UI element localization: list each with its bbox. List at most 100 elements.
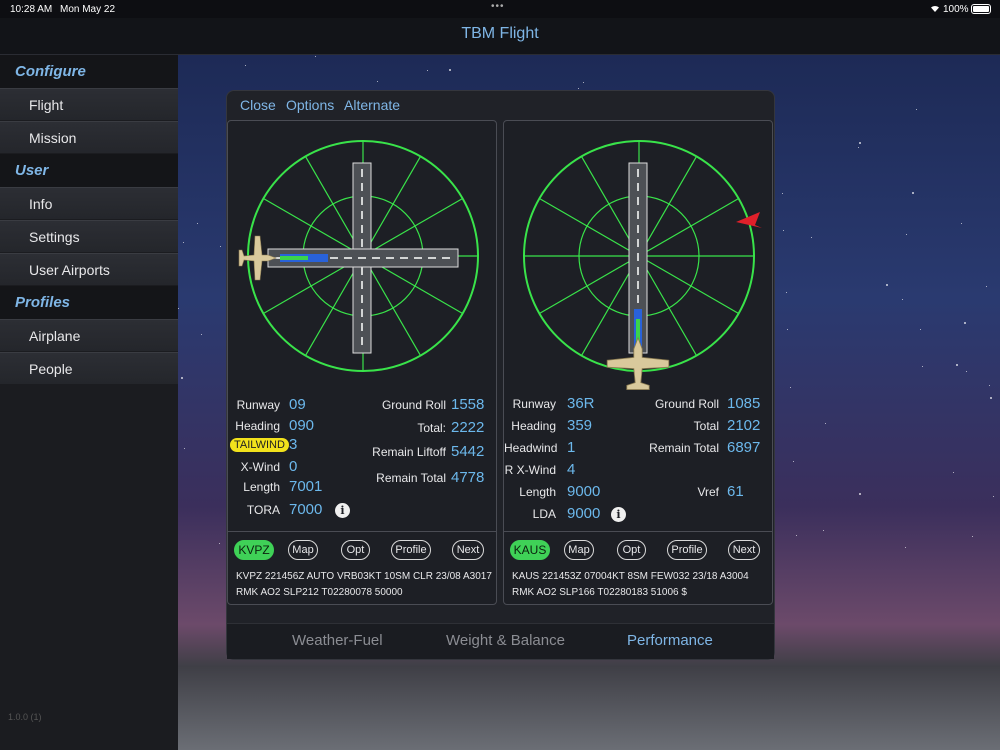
label-vref: Vref [697,485,719,499]
info-icon[interactable]: i [335,503,350,518]
star [178,308,179,309]
star [858,147,859,148]
star [986,286,987,287]
star [966,371,967,372]
multitask-dots-icon[interactable]: ••• [491,1,505,12]
label-runway: Runway [512,397,556,411]
airplane-icon [238,235,277,281]
star [990,397,992,399]
options-button[interactable]: Options [286,97,334,113]
star [181,377,183,379]
label-ground-roll: Ground Roll [381,398,446,412]
value-heading: 090 [289,417,315,434]
star [823,530,824,531]
metar-text: KAUS 221453Z 07004KT 8SM FEW032 23/18 A3… [512,571,749,598]
label-ground-roll: Ground Roll [654,397,719,411]
profile-button[interactable]: Profile [667,540,707,560]
status-time: 10:28 AM [10,4,53,15]
sidebar-item-info[interactable]: Info [0,187,178,219]
star [201,334,202,335]
star [972,536,973,537]
star [315,56,316,57]
star [912,192,914,194]
sidebar-item-people[interactable]: People [0,352,178,384]
label-remain-total: Remain Total [376,471,446,485]
value-remain-total: 6897 [727,439,761,456]
star [916,109,917,110]
title-bar: TBM Flight [0,18,1000,55]
sidebar: Configure Flight Mission User Info Setti… [0,55,178,750]
value-ground-roll: 1085 [727,395,761,412]
star [793,461,794,462]
liftoff-bar [280,256,308,260]
sidebar-item-settings[interactable]: Settings [0,220,178,252]
panel-toolbar: Close Options Alternate [227,91,774,121]
label-remain-total: Remain Total [649,441,719,455]
profile-button[interactable]: Profile [391,540,431,560]
value-runway: 36R [567,395,595,412]
opt-button[interactable]: Opt [617,540,646,560]
sidebar-item-user-airports[interactable]: User Airports [0,253,178,285]
alternate-button[interactable]: Alternate [344,97,400,113]
sidebar-item-airplane[interactable]: Airplane [0,319,178,351]
sidebar-section-configure: Configure [0,55,178,88]
departure-panel: Runway 09 Heading 090 TAILWIND 3 X-Wind … [227,120,497,605]
airport-button-kaus[interactable]: KAUS [510,540,550,560]
label-total: Total: [417,421,446,435]
star [906,234,907,235]
status-bar: 10:28 AM Mon May 22 ••• 100% [0,0,1000,18]
tab-performance[interactable]: Performance [627,632,713,649]
label-tora: TORA [246,503,280,517]
value-heading: 359 [567,417,593,434]
star [859,142,861,144]
star [783,230,784,231]
label-heading: Heading [511,419,556,433]
airplane-icon [606,336,670,391]
tailwind-badge: TAILWIND [230,438,289,452]
star [922,366,923,367]
star [859,493,861,495]
star [790,387,791,388]
map-button[interactable]: Map [288,540,318,560]
value-lda: 9000 [567,505,601,522]
tab-weather-fuel[interactable]: Weather-Fuel [292,632,383,649]
star [989,385,990,386]
star [961,223,962,224]
sidebar-section-profiles: Profiles [0,286,178,319]
next-button[interactable]: Next [452,540,484,560]
label-xwind: R X-Wind [504,463,556,477]
info-icon[interactable]: i [611,507,626,522]
star [782,193,783,194]
star [377,81,378,82]
star [245,65,246,66]
value-runway: 09 [289,396,306,413]
close-button[interactable]: Close [240,97,276,113]
star [953,472,954,473]
battery-percent: 100% [943,4,969,15]
opt-button[interactable]: Opt [341,540,370,560]
sidebar-item-mission[interactable]: Mission [0,121,178,153]
value-tailwind: 3 [289,436,298,453]
star [184,448,185,449]
map-button[interactable]: Map [564,540,594,560]
star [449,69,451,71]
next-button[interactable]: Next [728,540,760,560]
value-remain-liftoff: 5442 [451,443,485,460]
airport-button-kvpz[interactable]: KVPZ [234,540,274,560]
status-date: Mon May 22 [60,4,116,15]
label-headwind: Headwind [504,441,558,455]
value-length: 7001 [289,478,323,495]
star [905,547,906,548]
wifi-icon [929,3,941,16]
label-xwind: X-Wind [240,460,280,474]
arrival-button-row: KAUS Map Opt Profile Next [504,531,772,566]
arrival-panel: Runway 36R Heading 359 Headwind 1 R X-Wi… [503,120,773,605]
sidebar-item-flight[interactable]: Flight [0,88,178,120]
star [786,292,787,293]
star [920,329,921,330]
tab-weight-balance[interactable]: Weight & Balance [446,632,565,649]
performance-panel: Close Options Alternate Runway 09 Headin… [226,90,775,660]
value-total: 2102 [727,417,761,434]
label-heading: Heading [235,419,280,433]
star [902,299,903,300]
